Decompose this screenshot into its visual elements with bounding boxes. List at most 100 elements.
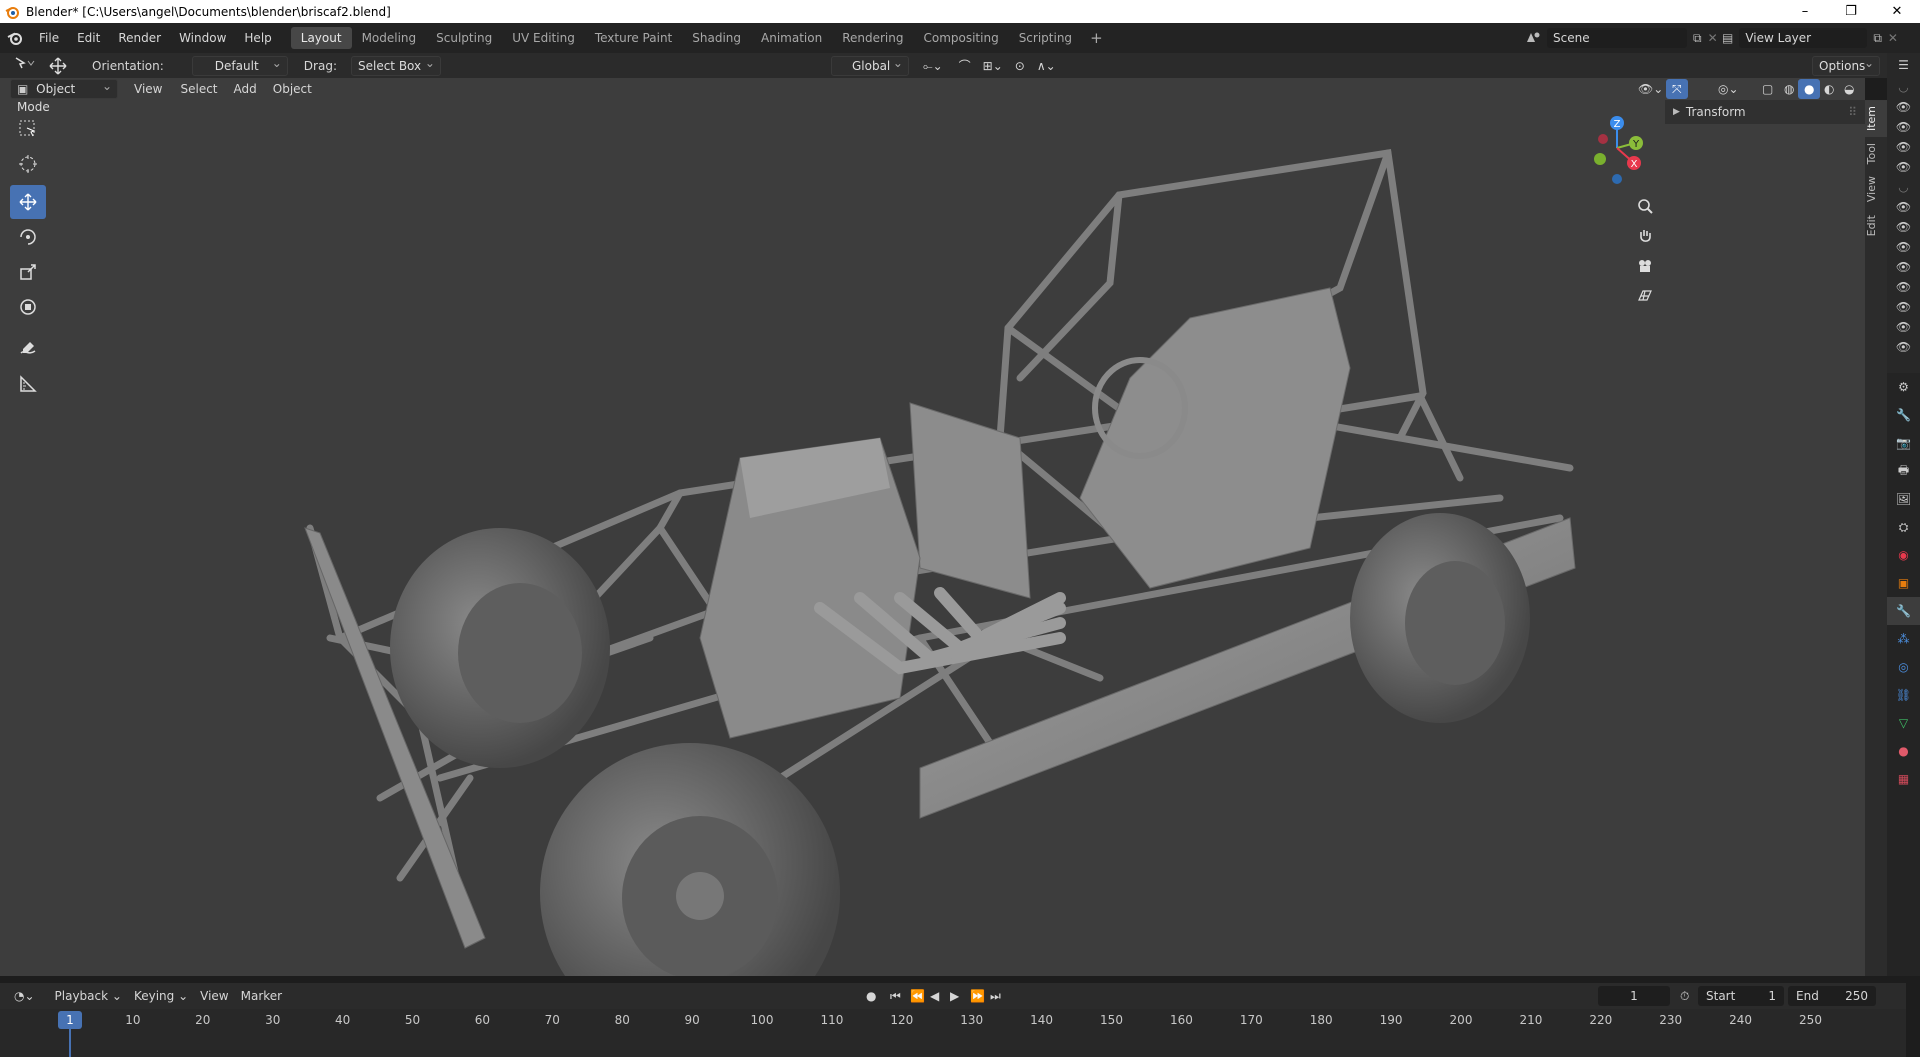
cursor-tool[interactable]: [10, 147, 46, 181]
current-frame-indicator[interactable]: 1: [58, 1011, 82, 1029]
visibility-eye-icon[interactable]: 👁: [1887, 237, 1920, 257]
overlays-icon[interactable]: ◎⌄: [1712, 79, 1745, 99]
view-layer-selector[interactable]: ▤ View Layer ⧉ ✕: [1722, 27, 1898, 49]
restore-button[interactable]: ❐: [1828, 0, 1874, 23]
object-properties-icon[interactable]: ▣: [1887, 569, 1920, 597]
options-dropdown[interactable]: Options: [1812, 54, 1880, 76]
current-frame-field[interactable]: 1: [1598, 986, 1670, 1006]
scene-properties-icon[interactable]: ⛭: [1887, 513, 1920, 541]
add-workspace-button[interactable]: +: [1082, 29, 1111, 47]
scene-remove-icon[interactable]: ✕: [1708, 31, 1718, 45]
visibility-icon[interactable]: 👁⌄: [1632, 79, 1669, 99]
move-tool[interactable]: [10, 185, 46, 219]
tab-edit[interactable]: Edit: [1865, 209, 1887, 242]
tab-compositing[interactable]: Compositing: [913, 27, 1008, 49]
ortho-grid-icon[interactable]: [1632, 283, 1658, 309]
visibility-eye-icon[interactable]: 👁: [1887, 257, 1920, 277]
record-icon[interactable]: ●: [860, 986, 882, 1006]
transform-section-title[interactable]: Transform: [1686, 105, 1746, 119]
transform-tool[interactable]: [10, 290, 46, 324]
snap-target-icon[interactable]: ⊞⌄: [977, 56, 1009, 76]
tab-tool[interactable]: Tool: [1865, 137, 1887, 170]
transform-expand-icon[interactable]: ▶: [1673, 107, 1680, 117]
clock-icon[interactable]: ⏱: [1674, 986, 1695, 1006]
tab-view[interactable]: View: [1865, 170, 1887, 208]
play-icon[interactable]: ▶: [944, 986, 965, 1006]
tool-properties-icon[interactable]: 🔧: [1887, 401, 1920, 429]
rendered-shading-icon[interactable]: ◒: [1838, 79, 1860, 99]
texture-properties-icon[interactable]: ▦: [1887, 765, 1920, 793]
move-tool-icon[interactable]: [42, 56, 74, 76]
tab-shading[interactable]: Shading: [682, 27, 751, 49]
visibility-eye-icon[interactable]: 👁: [1887, 217, 1920, 237]
transform-orientation-dropdown[interactable]: Global: [830, 54, 909, 76]
material-properties-icon[interactable]: ●: [1887, 737, 1920, 765]
zoom-icon[interactable]: [1632, 193, 1658, 219]
view-layer-properties-icon[interactable]: 🖼: [1887, 485, 1920, 513]
visibility-eye-icon[interactable]: 👁: [1887, 297, 1920, 317]
modifier-properties-icon[interactable]: 🔧: [1887, 597, 1920, 625]
annotate-tool[interactable]: [10, 332, 46, 366]
tab-modeling[interactable]: Modeling: [352, 27, 427, 49]
xray-icon[interactable]: ▢: [1756, 79, 1779, 99]
visibility-eye-icon[interactable]: 👁: [1887, 277, 1920, 297]
physics-properties-icon[interactable]: ◎: [1887, 653, 1920, 681]
close-button[interactable]: ✕: [1874, 0, 1920, 23]
properties-editor-icon[interactable]: ⚙: [1887, 373, 1920, 401]
visibility-eye-icon[interactable]: 👁: [1887, 197, 1920, 217]
tab-texture-paint[interactable]: Texture Paint: [585, 27, 682, 49]
orientation-dropdown[interactable]: Default: [191, 54, 288, 76]
drag-dropdown[interactable]: Select Box: [350, 54, 441, 76]
tab-scripting[interactable]: Scripting: [1009, 27, 1082, 49]
scene-new-icon[interactable]: ⧉: [1693, 31, 1702, 46]
visibility-eye-icon[interactable]: 👁: [1887, 117, 1920, 137]
play-reverse-icon[interactable]: ◀: [924, 986, 945, 1006]
collapse-icon[interactable]: ◡: [1887, 177, 1920, 197]
scene-name-field[interactable]: Scene: [1547, 28, 1687, 48]
tool-mode-icon[interactable]: [8, 56, 42, 76]
data-properties-icon[interactable]: ▽: [1887, 709, 1920, 737]
rotate-tool[interactable]: [10, 220, 46, 254]
visibility-eye-icon[interactable]: 👁: [1887, 337, 1920, 357]
menu-file[interactable]: File: [30, 27, 68, 49]
timeline[interactable]: 1 10 20 30 40 50 60 70 80 90 100 110 120 130 140 150 16…: [0, 1009, 1906, 1057]
output-properties-icon[interactable]: 🖶: [1887, 457, 1920, 485]
menu-keying[interactable]: Keying ⌄: [128, 986, 194, 1006]
view-layer-new-icon[interactable]: ⧉: [1873, 31, 1882, 46]
menu-add[interactable]: Add: [228, 79, 263, 99]
menu-marker[interactable]: Marker: [235, 986, 288, 1006]
menu-window[interactable]: Window: [170, 27, 235, 49]
constraints-properties-icon[interactable]: ⛓: [1887, 681, 1920, 709]
visibility-eye-icon[interactable]: 👁: [1887, 137, 1920, 157]
menu-help[interactable]: Help: [235, 27, 280, 49]
end-frame-field[interactable]: End 250: [1788, 986, 1876, 1006]
tab-layout[interactable]: Layout: [290, 27, 352, 49]
tab-rendering[interactable]: Rendering: [832, 27, 913, 49]
select-box-tool[interactable]: [10, 112, 46, 146]
visibility-eye-icon[interactable]: 👁: [1887, 317, 1920, 337]
proportional-falloff-icon[interactable]: ∧⌄: [1031, 56, 1062, 76]
visibility-eye-icon[interactable]: 👁: [1887, 97, 1920, 117]
menu-edit[interactable]: Edit: [68, 27, 109, 49]
pivot-point-icon[interactable]: ⟜⌄: [917, 56, 949, 76]
render-properties-icon[interactable]: 📷: [1887, 429, 1920, 457]
navigation-gizmo[interactable]: Z Y X: [1575, 113, 1655, 193]
frame-ruler[interactable]: 1 10 20 30 40 50 60 70 80 90 100 110 120 130 140 150 16…: [0, 1009, 1880, 1031]
timeline-editor-icon[interactable]: ◔⌄: [8, 986, 41, 1006]
view-layer-remove-icon[interactable]: ✕: [1888, 31, 1898, 45]
outliner-editor-icon[interactable]: ☰: [1887, 53, 1920, 77]
snap-icon[interactable]: ⌒: [953, 56, 977, 76]
jump-end-icon[interactable]: ⏭: [984, 986, 1007, 1006]
menu-select[interactable]: Select: [174, 79, 223, 99]
tab-uv-editing[interactable]: UV Editing: [502, 27, 585, 49]
camera-view-icon[interactable]: [1632, 253, 1658, 279]
particles-properties-icon[interactable]: ⁂: [1887, 625, 1920, 653]
start-frame-field[interactable]: Start 1: [1698, 986, 1784, 1006]
menu-timeline-view[interactable]: View: [194, 986, 234, 1006]
blender-menu-icon[interactable]: [0, 30, 30, 46]
scene-selector[interactable]: Scene ⧉ ✕: [1525, 27, 1718, 49]
tab-item[interactable]: Item: [1865, 100, 1887, 138]
drag-handle-icon[interactable]: ⠿: [1848, 105, 1857, 119]
measure-tool[interactable]: [10, 367, 46, 401]
menu-render[interactable]: Render: [109, 27, 170, 49]
